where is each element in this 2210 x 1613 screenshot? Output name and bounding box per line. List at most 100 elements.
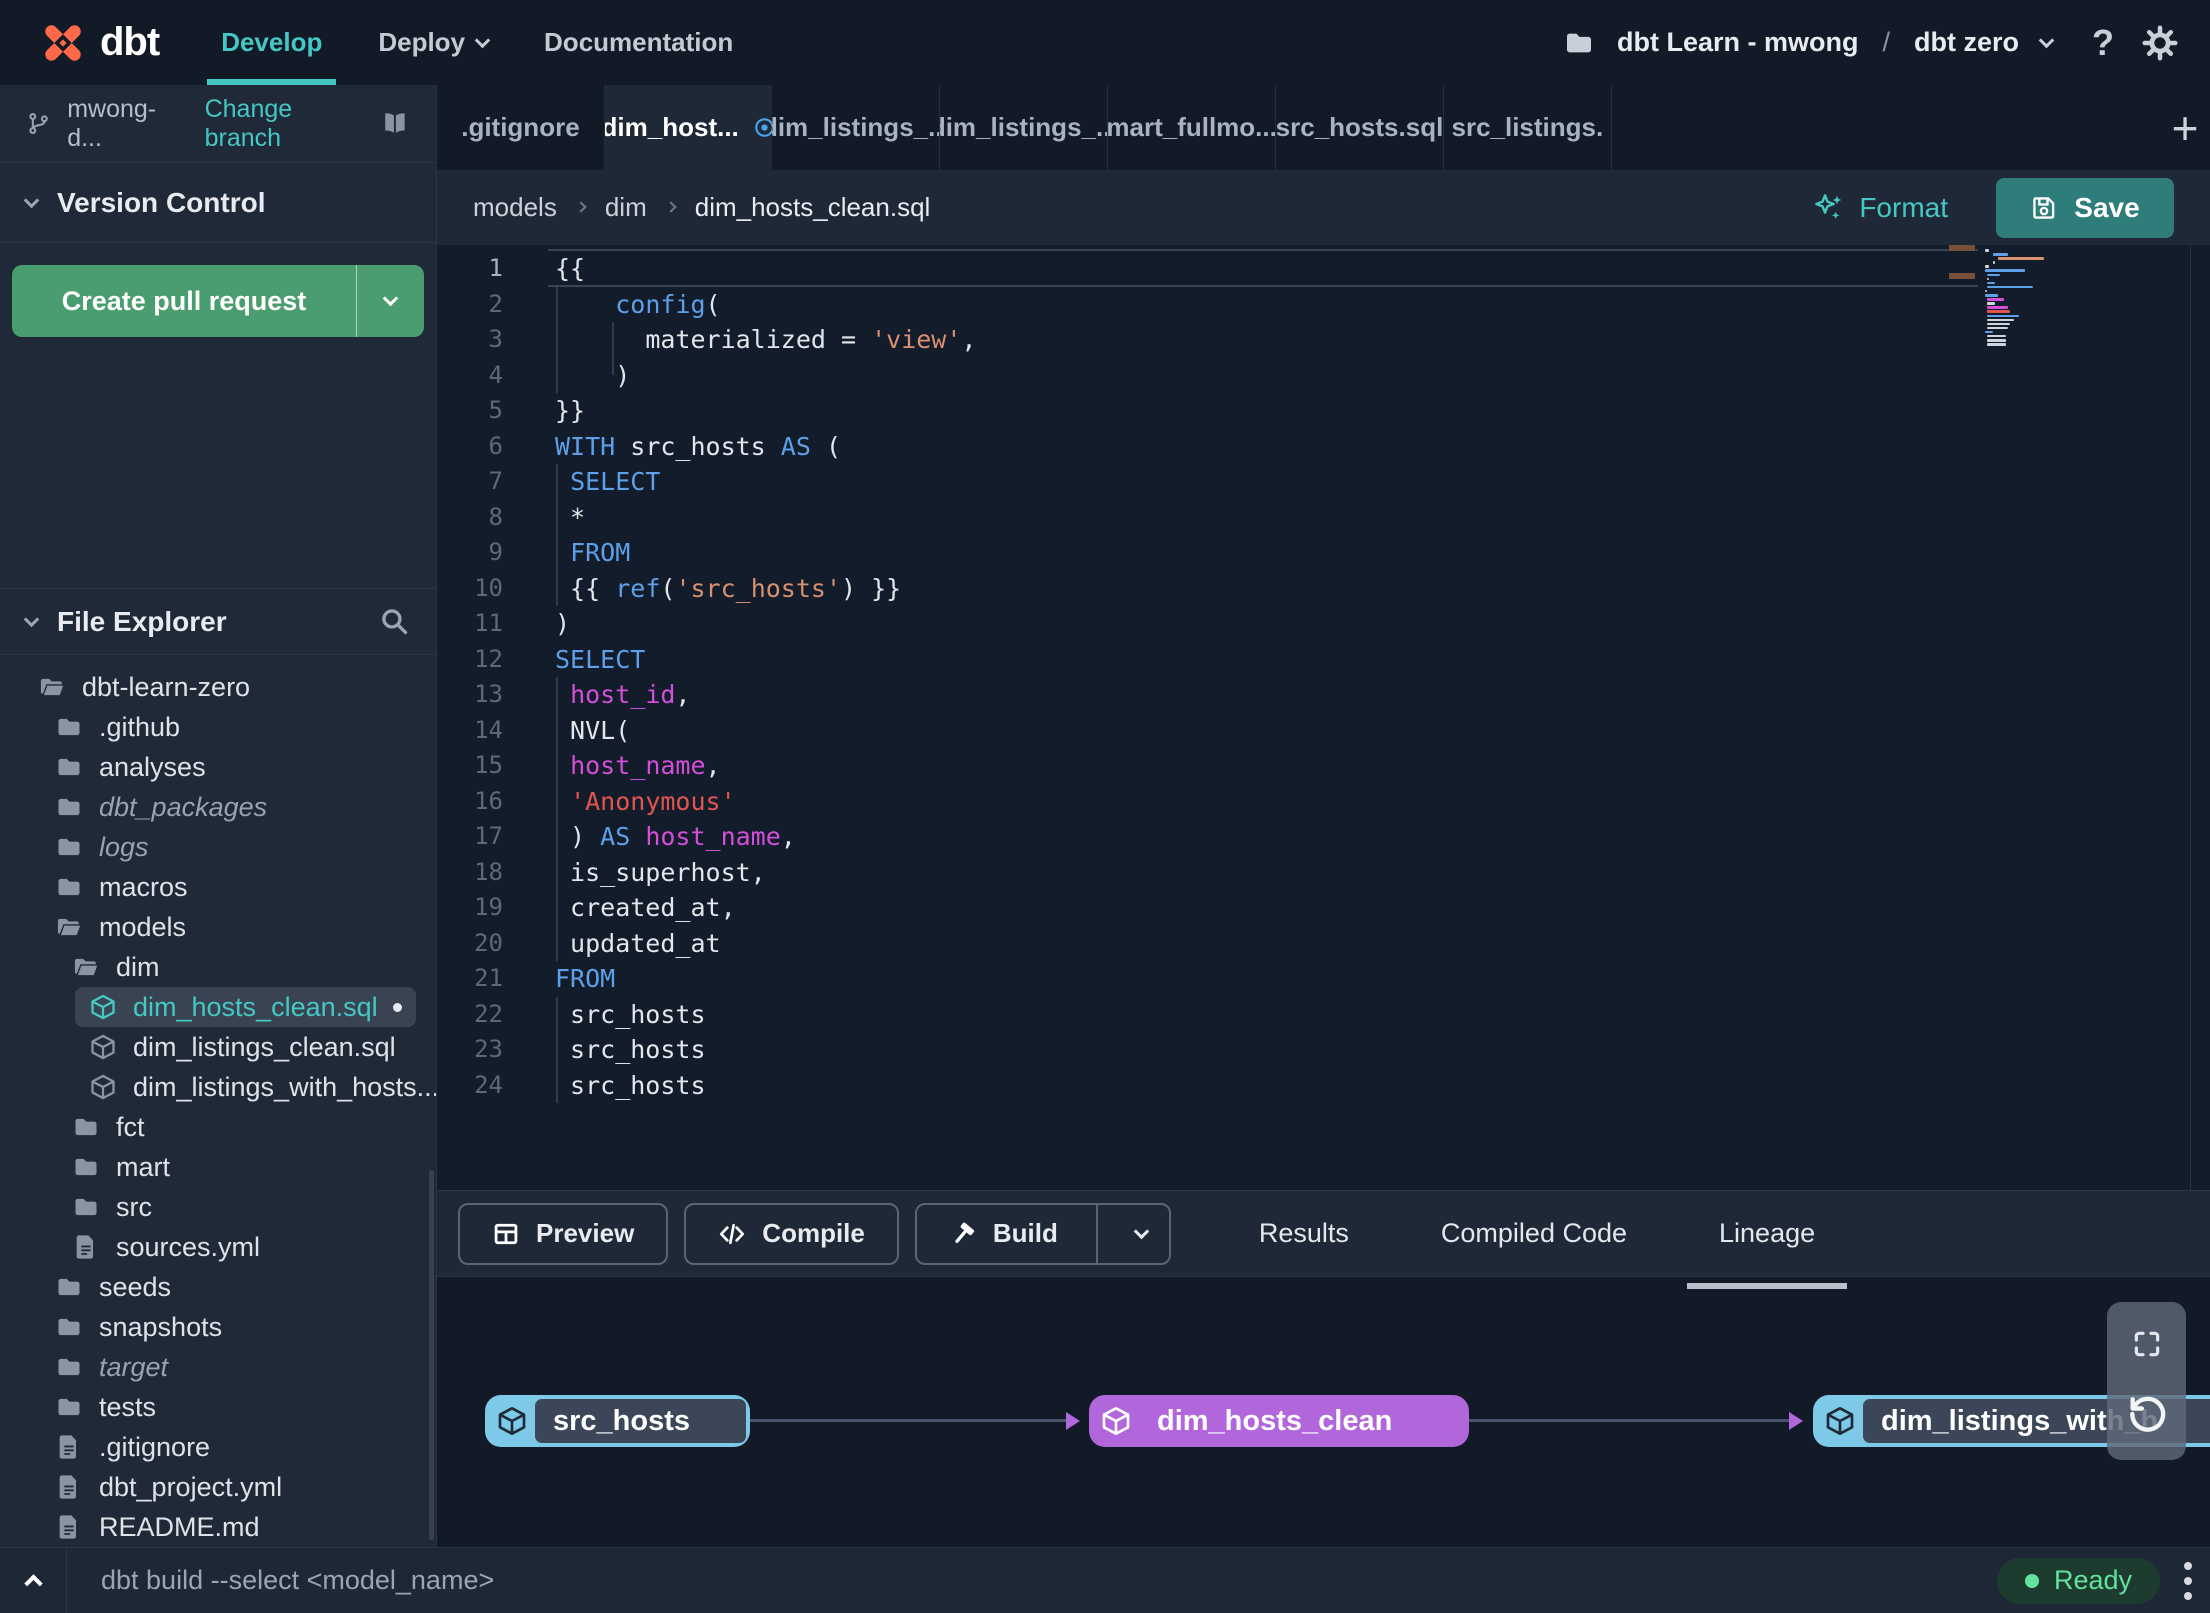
tree-item-logs[interactable]: logs — [0, 827, 436, 867]
tree-item-sources-yml[interactable]: sources.yml — [0, 1227, 436, 1267]
code-line-16: 'Anonymous' — [570, 786, 736, 816]
tree-item-dbt-learn-zero[interactable]: dbt-learn-zero — [0, 667, 436, 707]
tree-item-label: macros — [99, 871, 188, 902]
tab-src-listings[interactable]: src_listings. — [1444, 85, 1612, 170]
file-icon — [55, 1513, 83, 1541]
tree-item-github[interactable]: .github — [0, 707, 436, 747]
tree-item-label: target — [99, 1351, 169, 1382]
tree-item-macros[interactable]: macros — [0, 867, 436, 907]
breadcrumb-models[interactable]: models — [473, 192, 557, 223]
tree-item-dbt-packages[interactable]: dbt_packages — [0, 787, 436, 827]
chevron-down-icon — [1133, 1223, 1150, 1239]
lineage-canvas[interactable]: src_hosts dim_hosts_clean dim_listings_w… — [437, 1277, 2210, 1547]
main-area: .gitignoredim_host...dim_listings_...dim… — [437, 85, 2210, 1547]
tab-gitignore[interactable]: .gitignore — [437, 85, 605, 170]
panel-tab-lineage[interactable]: Lineage — [1673, 1191, 1861, 1289]
unsaved-dot-icon — [753, 116, 773, 139]
tree-item-fct[interactable]: fct — [0, 1107, 436, 1147]
code-line-14: NVL( — [555, 715, 631, 745]
change-branch-link[interactable]: Change branch — [205, 95, 365, 153]
status-dot — [2024, 1573, 2039, 1588]
tree-item-label: sources.yml — [116, 1231, 261, 1262]
command-bar-toggle[interactable] — [0, 1548, 67, 1613]
folder-icon — [55, 1313, 83, 1341]
panel-tab-results[interactable]: Results — [1213, 1191, 1395, 1276]
tab-src-hosts-sql[interactable]: src_hosts.sql — [1276, 85, 1444, 170]
preview-button[interactable]: Preview — [458, 1202, 669, 1265]
tree-item-dbt-project-yml[interactable]: dbt_project.yml — [0, 1467, 436, 1507]
line-number: 15 — [474, 751, 503, 779]
chevron-down-icon — [23, 611, 40, 628]
tree-item-dim-listings-with-hosts[interactable]: dim_listings_with_hosts... — [0, 1067, 436, 1107]
tree-item-gitignore[interactable]: .gitignore — [0, 1427, 436, 1467]
help-icon[interactable]: ? — [2092, 22, 2114, 64]
breadcrumb-dim[interactable]: dim — [605, 192, 647, 223]
save-button[interactable]: Save — [1996, 177, 2174, 238]
new-tab-button[interactable]: + — [2160, 85, 2210, 170]
tree-item-src[interactable]: src — [0, 1187, 436, 1227]
version-control-header[interactable]: Version Control — [0, 163, 436, 243]
tree-item-analyses[interactable]: analyses — [0, 747, 436, 787]
tree-item-target[interactable]: target — [0, 1347, 436, 1387]
tree-item-models[interactable]: models — [0, 907, 436, 947]
kebab-menu-icon[interactable] — [2176, 1561, 2210, 1600]
project-chevron-down-icon[interactable] — [2038, 32, 2055, 48]
tree-item-dim-hosts-clean-sql[interactable]: dim_hosts_clean.sql — [0, 987, 436, 1027]
sidebar-scrollbar[interactable] — [429, 1170, 434, 1540]
tree-item-mart[interactable]: mart — [0, 1147, 436, 1187]
fullscreen-icon[interactable] — [2131, 1328, 2163, 1360]
nav-develop[interactable]: Develop — [207, 0, 337, 85]
code-editor[interactable]: 1 2 3 4 5 6 7 8 9 10 11 12 13 14 15 16 17 18 19 20 21 22 23 24 … — [437, 245, 2210, 1190]
button-divider — [1095, 1204, 1098, 1263]
code-line-18: is_superhost, — [555, 857, 766, 887]
branch-name: mwong-d... — [67, 94, 157, 152]
panel-tab-compiled-code[interactable]: Compiled Code — [1395, 1191, 1673, 1276]
tab-dim-listings[interactable]: dim_listings_... — [940, 85, 1109, 170]
dbt-cloud-ide: dbt Develop Deploy Documentation dbt Lea… — [0, 0, 2210, 1613]
account-name[interactable]: dbt Learn - mwong — [1617, 27, 1858, 58]
line-number-gutter: 1 2 3 4 5 6 7 8 9 10 11 12 13 14 15 16 17 18 19 20 21 22 23 24 — [437, 245, 517, 1190]
tree-item-snapshots[interactable]: snapshots — [0, 1307, 436, 1347]
lineage-controls — [2107, 1302, 2186, 1460]
format-button[interactable]: Format — [1813, 192, 1948, 224]
tree-item-dim-listings-clean-sql[interactable]: dim_listings_clean.sql — [0, 1027, 436, 1067]
tree-item-dim[interactable]: dim — [0, 947, 436, 987]
nav-documentation[interactable]: Documentation — [544, 0, 733, 85]
line-number: 3 — [488, 325, 503, 353]
editor-tabbar: .gitignoredim_host...dim_listings_...dim… — [437, 85, 2210, 170]
tree-item-label: snapshots — [99, 1311, 223, 1342]
build-button[interactable]: Build — [914, 1202, 1171, 1265]
create-pull-request-button[interactable]: Create pull request — [12, 265, 424, 337]
command-input[interactable]: dbt build --select <model_name> — [101, 1565, 1997, 1596]
tree-item-readme-md[interactable]: README.md — [0, 1507, 436, 1547]
dbt-wordmark: dbt — [100, 20, 160, 64]
project-name[interactable]: dbt zero — [1914, 27, 2019, 58]
file-explorer-header[interactable]: File Explorer — [0, 589, 436, 655]
panel-tabs: Results Compiled Code Lineage — [1213, 1191, 1861, 1289]
dbt-logo[interactable]: dbt — [36, 16, 160, 70]
build-options-chevron[interactable] — [1114, 1223, 1169, 1239]
create-pr-label: Create pull request — [61, 285, 307, 316]
tab-dim-listings[interactable]: dim_listings_... — [772, 85, 941, 170]
lineage-node-dim-hosts-clean[interactable]: dim_hosts_clean — [1089, 1395, 1469, 1447]
lineage-node-src-hosts[interactable]: src_hosts — [485, 1395, 750, 1447]
settings-gear-icon[interactable] — [2142, 24, 2178, 61]
tree-item-seeds[interactable]: seeds — [0, 1267, 436, 1307]
arrowhead-icon — [1789, 1411, 1803, 1430]
chevron-down-icon — [474, 32, 491, 48]
navbar-right: dbt Learn - mwong / dbt zero ? — [1563, 22, 2178, 64]
tab-dim-host[interactable]: dim_host... — [604, 85, 773, 170]
tree-item-label: .gitignore — [99, 1431, 211, 1462]
pr-options-chevron[interactable] — [356, 265, 424, 337]
tree-item-tests[interactable]: tests — [0, 1387, 436, 1427]
docs-book-icon[interactable] — [380, 108, 410, 140]
file-explorer-title: File Explorer — [57, 605, 227, 637]
reset-view-icon[interactable] — [2125, 1392, 2169, 1436]
tab-mart-fullmo[interactable]: mart_fullmo... — [1108, 85, 1277, 170]
status-label: Ready — [2053, 1565, 2132, 1595]
compile-button[interactable]: Compile — [684, 1202, 899, 1265]
file-icon — [72, 1233, 100, 1261]
code-area[interactable]: {{ config( materialized = 'view', )}} WIT… — [517, 245, 2210, 1190]
search-icon[interactable] — [379, 606, 410, 637]
nav-deploy[interactable]: Deploy — [378, 0, 491, 85]
